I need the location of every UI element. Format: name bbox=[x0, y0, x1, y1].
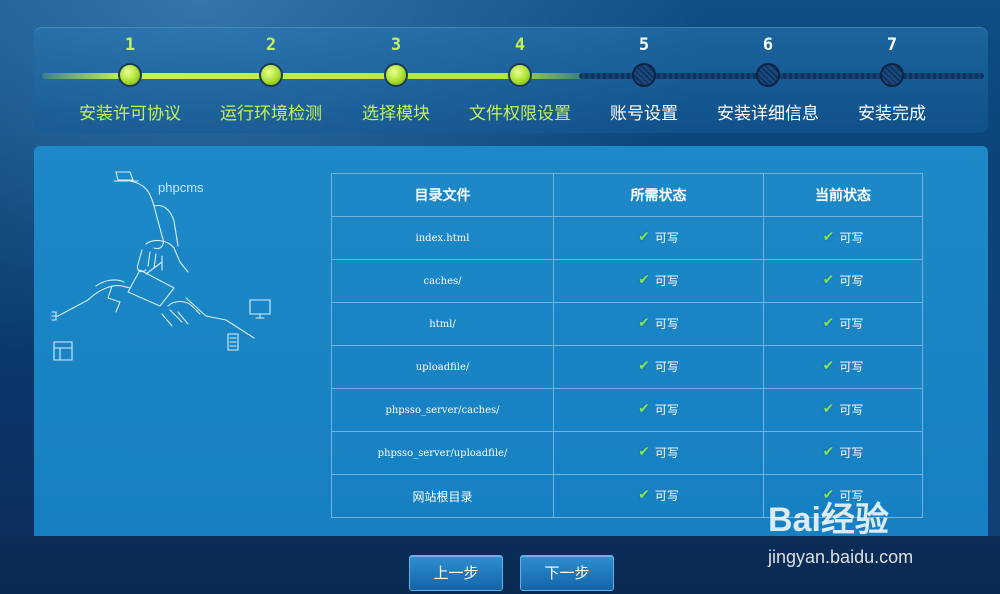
table-header-row: 目录文件 所需状态 当前状态 bbox=[331, 173, 923, 217]
check-icon: ✔ bbox=[822, 272, 835, 289]
table-row: html/ ✔ 可写 ✔ 可写 bbox=[331, 302, 923, 346]
current-status: ✔ 可写 bbox=[763, 259, 923, 303]
step-dot-icon bbox=[384, 63, 408, 87]
status-text: 可写 bbox=[839, 273, 864, 288]
dir-path: html/ bbox=[331, 302, 554, 346]
status-text: 可写 bbox=[654, 316, 679, 331]
status-text: 可写 bbox=[654, 230, 679, 245]
step-dot-icon bbox=[880, 63, 904, 87]
status-text: 可写 bbox=[654, 402, 679, 417]
step-dot-icon bbox=[508, 63, 532, 87]
status-text: 可写 bbox=[654, 445, 679, 460]
check-icon: ✔ bbox=[638, 401, 650, 418]
prev-step-button[interactable]: 上一步 bbox=[409, 555, 503, 591]
status-text: 可写 bbox=[839, 402, 864, 417]
main-content-panel: phpcms 目录文件 所需状态 当前状态 index.html ✔ 可写 ✔ 可写… bbox=[34, 146, 988, 536]
current-status: ✔ 可写 bbox=[763, 216, 923, 260]
status-text: 可写 bbox=[839, 445, 864, 460]
required-status: ✔ 可写 bbox=[553, 474, 764, 518]
column-header: 当前状态 bbox=[763, 173, 923, 217]
step-label: 安装许可协议 bbox=[79, 104, 181, 124]
watermark-url: jingyan.baidu.com bbox=[768, 547, 914, 567]
check-icon: ✔ bbox=[822, 358, 835, 375]
required-status: ✔ 可写 bbox=[553, 302, 764, 346]
dir-path: caches/ bbox=[331, 259, 554, 303]
check-icon: ✔ bbox=[638, 487, 650, 504]
column-header: 所需状态 bbox=[553, 173, 764, 217]
required-status: ✔ 可写 bbox=[553, 388, 764, 432]
status-text: 可写 bbox=[839, 316, 864, 331]
check-icon: ✔ bbox=[638, 229, 650, 246]
required-status: ✔ 可写 bbox=[553, 345, 764, 389]
current-status: ✔ 可写 bbox=[763, 388, 923, 432]
current-status: ✔ 可写 bbox=[763, 431, 923, 475]
table-row: index.html ✔ 可写 ✔ 可写 bbox=[331, 216, 923, 260]
status-text: 可写 bbox=[654, 359, 679, 374]
required-status: ✔ 可写 bbox=[553, 216, 764, 260]
directory-permissions-table: 目录文件 所需状态 当前状态 index.html ✔ 可写 ✔ 可写 caches… bbox=[331, 173, 923, 518]
step-number: 1 bbox=[124, 35, 136, 55]
check-icon: ✔ bbox=[822, 444, 835, 461]
step-dot-icon bbox=[259, 63, 283, 87]
required-status: ✔ 可写 bbox=[553, 259, 764, 303]
phpcms-brand-text: phpcms bbox=[158, 180, 204, 195]
check-icon: ✔ bbox=[638, 315, 650, 332]
current-status: ✔ 可写 bbox=[763, 345, 923, 389]
baidu-jingyan-watermark: Bai经验 jingyan.baidu.com bbox=[768, 492, 968, 572]
next-step-button[interactable]: 下一步 bbox=[520, 555, 614, 591]
status-text: 可写 bbox=[839, 359, 864, 374]
check-icon: ✔ bbox=[638, 272, 650, 289]
status-text: 可写 bbox=[839, 230, 864, 245]
column-header: 目录文件 bbox=[331, 173, 554, 217]
step-dot-icon bbox=[118, 63, 142, 87]
step-dot-icon bbox=[756, 63, 780, 87]
install-steps-panel: 1 安装许可协议 2 运行环境检测 3 选择模块 4 文件权限设置 5 账号设置… bbox=[34, 27, 988, 133]
status-text: 可写 bbox=[654, 488, 679, 503]
hands-network-illustration bbox=[50, 171, 271, 361]
table-row: phpsso_server/caches/ ✔ 可写 ✔ 可写 bbox=[331, 388, 923, 432]
check-icon: ✔ bbox=[822, 229, 835, 246]
dir-path: index.html bbox=[331, 216, 554, 260]
watermark-logo: Bai经验 bbox=[768, 501, 889, 539]
table-row: uploadfile/ ✔ 可写 ✔ 可写 bbox=[331, 345, 923, 389]
dir-path: phpsso_server/uploadfile/ bbox=[331, 431, 554, 475]
dir-path: 网站根目录 bbox=[331, 474, 554, 518]
check-icon: ✔ bbox=[822, 315, 835, 332]
status-text: 可写 bbox=[654, 273, 679, 288]
step-label: 安装完成 bbox=[858, 104, 926, 124]
check-icon: ✔ bbox=[638, 358, 650, 375]
check-icon: ✔ bbox=[822, 401, 835, 418]
step-number: 7 bbox=[886, 35, 898, 55]
current-status: ✔ 可写 bbox=[763, 302, 923, 346]
dir-path: phpsso_server/caches/ bbox=[331, 388, 554, 432]
table-row: phpsso_server/uploadfile/ ✔ 可写 ✔ 可写 bbox=[331, 431, 923, 475]
check-icon: ✔ bbox=[638, 444, 650, 461]
required-status: ✔ 可写 bbox=[553, 431, 764, 475]
dir-path: uploadfile/ bbox=[331, 345, 554, 389]
step-dot-icon bbox=[632, 63, 656, 87]
table-row: caches/ ✔ 可写 ✔ 可写 bbox=[331, 259, 923, 303]
